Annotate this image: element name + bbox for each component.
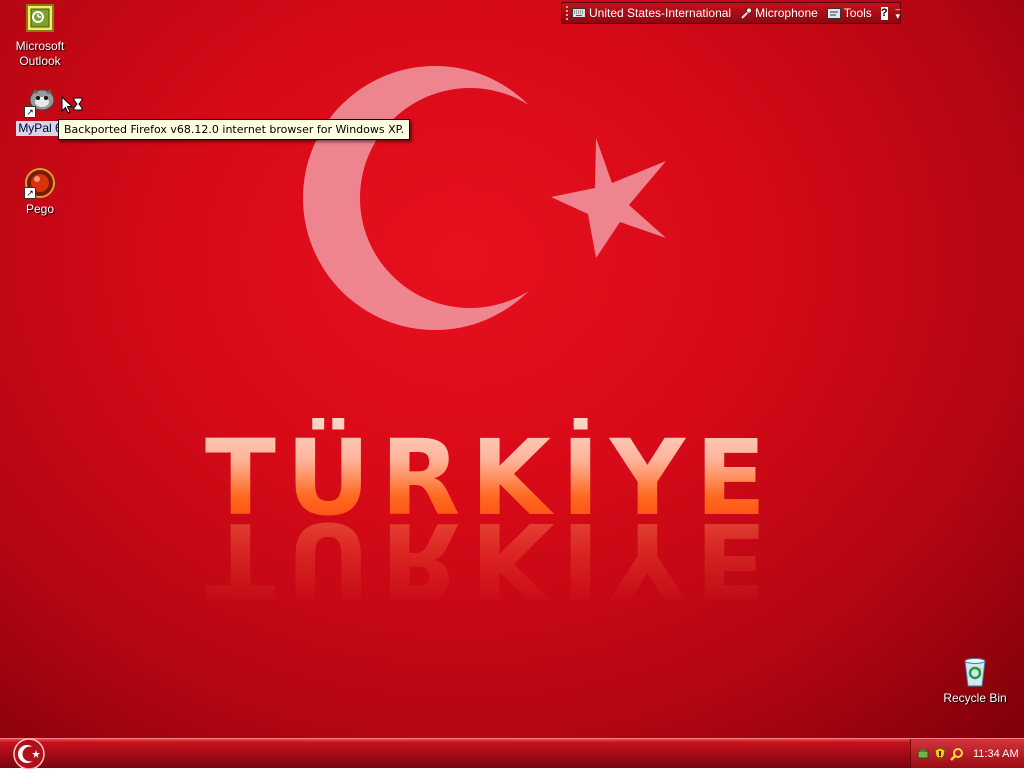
system-tray: 11:34 AM bbox=[910, 739, 1024, 768]
microphone-button[interactable]: Microphone bbox=[740, 6, 818, 20]
clock[interactable]: 11:34 AM bbox=[973, 748, 1019, 760]
recycle-bin-label: Recycle Bin bbox=[943, 691, 1007, 705]
wallpaper-title-reflection: TÜRKİYE bbox=[205, 499, 777, 621]
desktop-icon-pego[interactable]: ↗ Pego bbox=[1, 167, 79, 217]
start-orb-icon bbox=[13, 738, 45, 770]
shortcut-arrow-icon: ↗ bbox=[24, 106, 36, 118]
recycle-bin-icon bbox=[959, 656, 991, 688]
taskbar: 11:34 AM bbox=[0, 737, 1024, 770]
help-button[interactable]: ? bbox=[880, 6, 888, 20]
tools-icon bbox=[826, 7, 841, 19]
microphone-icon bbox=[741, 7, 752, 19]
microphone-label: Microphone bbox=[755, 6, 818, 20]
wallpaper-crescent-star bbox=[0, 0, 1024, 738]
language-bar-grip[interactable] bbox=[566, 6, 568, 20]
tooltip: Backported Firefox v68.12.0 internet bro… bbox=[58, 119, 411, 140]
pego-icon: ↗ bbox=[24, 167, 56, 199]
desktop-icon-outlook[interactable]: Microsoft Outlook bbox=[1, 4, 79, 69]
tools-label: Tools bbox=[843, 6, 872, 20]
language-button[interactable]: United States-International bbox=[572, 6, 731, 20]
shortcut-arrow-icon: ↗ bbox=[24, 187, 36, 199]
language-bar[interactable]: United States-International Microphone T… bbox=[561, 2, 901, 24]
outlook-icon bbox=[24, 4, 56, 36]
language-bar-options-icon[interactable]: – ▾ bbox=[896, 5, 901, 21]
start-button[interactable] bbox=[10, 737, 48, 770]
search-icon[interactable] bbox=[950, 747, 964, 761]
mypal-label: MyPal 6 bbox=[16, 121, 64, 136]
pego-label: Pego bbox=[25, 202, 55, 216]
safely-remove-hardware-icon[interactable] bbox=[916, 747, 930, 761]
mypal-icon: ↗ bbox=[24, 86, 56, 118]
outlook-label-line2: Outlook bbox=[19, 54, 61, 68]
keyboard-icon bbox=[572, 8, 586, 18]
desktop-icon-recycle-bin[interactable]: Recycle Bin bbox=[936, 656, 1014, 706]
security-shield-icon[interactable] bbox=[933, 746, 947, 761]
language-label: United States-International bbox=[589, 6, 732, 20]
busy-cursor-icon bbox=[61, 96, 83, 114]
tools-button[interactable]: Tools bbox=[826, 6, 872, 20]
desktop[interactable]: TÜRKİYE TÜRKİYE Microsoft Outlook ↗ MyPa… bbox=[0, 0, 1024, 738]
outlook-label-line1: Microsoft bbox=[15, 39, 65, 53]
